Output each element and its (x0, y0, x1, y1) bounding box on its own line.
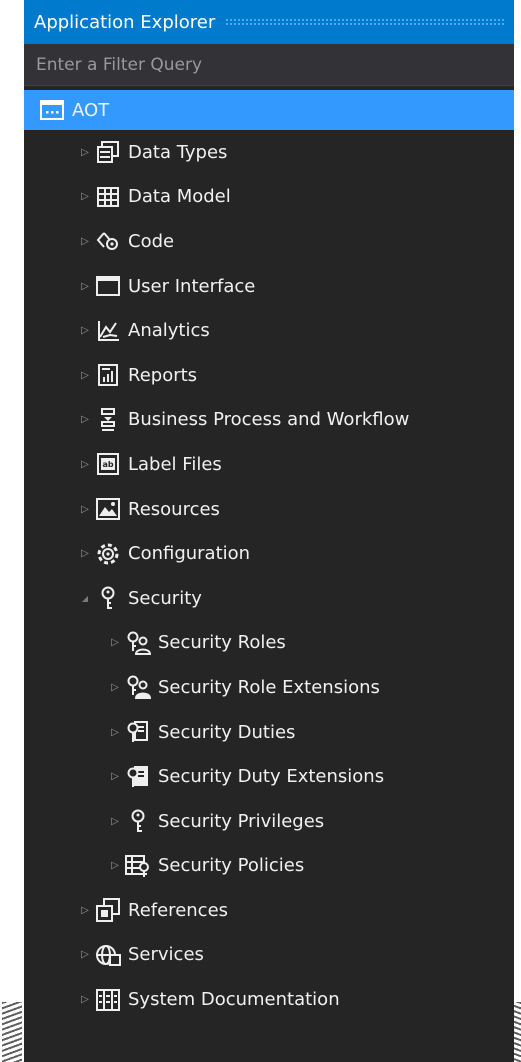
expand-arrow-icon[interactable]: ▷ (78, 414, 92, 425)
security-icon (94, 585, 122, 611)
security-role-extensions-icon (124, 674, 152, 700)
tree-item-label: Security Policies (158, 855, 305, 877)
security-duties-icon (124, 719, 152, 745)
data-model-icon (94, 184, 122, 210)
expand-arrow-icon[interactable]: ▷ (78, 191, 92, 202)
tree-item-system-documentation[interactable]: ▷ System Documentation (24, 977, 514, 1022)
tree-item-label: References (128, 899, 229, 921)
tree-item-data-types[interactable]: ▷ Data Types (24, 130, 514, 175)
svg-text:ab: ab (102, 460, 113, 469)
expand-arrow-icon[interactable]: ▷ (78, 994, 92, 1005)
tree-item-reports[interactable]: ▷ Reports (24, 353, 514, 398)
expand-arrow-icon[interactable]: ▷ (108, 727, 122, 738)
tree-item-label: Code (128, 230, 175, 252)
expand-arrow-icon[interactable]: ▷ (78, 905, 92, 916)
expand-arrow-icon[interactable]: ▷ (78, 281, 92, 292)
resources-icon (94, 496, 122, 522)
tree-root-aot[interactable]: AOT (24, 90, 514, 130)
tree-item-resources[interactable]: ▷ Resources (24, 487, 514, 532)
tree-item-label: Security Duties (158, 721, 296, 743)
tree-item-services[interactable]: ▷ Services (24, 933, 514, 978)
tree-item-label: Data Types (128, 141, 228, 163)
expand-arrow-icon[interactable]: ▷ (108, 682, 122, 693)
tree-item-references[interactable]: ▷ References (24, 888, 514, 933)
tree-root-label: AOT (72, 99, 110, 121)
code-icon (94, 228, 122, 254)
tree-item-security-role-extensions[interactable]: ▷ Security Role Extensions (24, 665, 514, 710)
expand-arrow-icon[interactable]: ▷ (78, 147, 92, 158)
panel-title-bar[interactable]: Application Explorer (24, 0, 514, 44)
security-roles-icon (124, 630, 152, 656)
security-privileges-icon (124, 808, 152, 834)
tree-item-user-interface[interactable]: ▷ User Interface (24, 264, 514, 309)
tree-item-data-model[interactable]: ▷ Data Model (24, 175, 514, 220)
expand-arrow-icon[interactable]: ▷ (108, 860, 122, 871)
tree-item-security-duty-extensions[interactable]: ▷ Security Duty Extensions (24, 754, 514, 799)
workflow-icon (94, 407, 122, 433)
tree-item-security-duties[interactable]: ▷ Security Duties (24, 710, 514, 755)
tree-item-label-files[interactable]: ▷ ab Label Files (24, 442, 514, 487)
tree-item-label: Resources (128, 498, 220, 520)
tree-item-label: Analytics (128, 320, 210, 342)
references-icon (94, 897, 122, 923)
tree-item-label: Services (128, 944, 204, 966)
filter-box[interactable] (24, 44, 514, 86)
expand-arrow-icon[interactable]: ▷ (78, 459, 92, 470)
tree-item-security-roles[interactable]: ▷ Security Roles (24, 621, 514, 666)
analytics-icon (94, 318, 122, 344)
configuration-icon (94, 541, 122, 567)
background-left-edge (0, 0, 22, 1062)
tree-item-code[interactable]: ▷ Code (24, 219, 514, 264)
panel-title: Application Explorer (34, 11, 216, 33)
expand-arrow-icon[interactable]: ▷ (78, 325, 92, 336)
services-icon (94, 942, 122, 968)
expand-arrow-icon[interactable]: ▷ (78, 236, 92, 247)
tree-item-label: Data Model (128, 186, 231, 208)
aot-icon (38, 97, 66, 123)
expand-arrow-icon[interactable]: ▷ (108, 637, 122, 648)
drag-grip[interactable] (225, 18, 506, 26)
expand-arrow-icon[interactable]: ▷ (78, 504, 92, 515)
tree-item-label: Label Files (128, 453, 222, 475)
security-policies-icon (124, 853, 152, 879)
tree-item-security-policies[interactable]: ▷ Security Policies (24, 844, 514, 889)
label-files-icon: ab (94, 451, 122, 477)
tree-item-security[interactable]: ◢ Security (24, 576, 514, 621)
tree-item-security-privileges[interactable]: ▷ Security Privileges (24, 799, 514, 844)
expand-arrow-icon[interactable]: ▷ (108, 816, 122, 827)
background-right-edge (513, 0, 521, 1062)
tree-item-label: Reports (128, 364, 198, 386)
reports-icon (94, 362, 122, 388)
security-duty-extensions-icon (124, 764, 152, 790)
data-types-icon (94, 139, 122, 165)
tree-item-label: Business Process and Workflow (128, 409, 410, 431)
expand-arrow-icon[interactable]: ▷ (108, 771, 122, 782)
expand-arrow-icon[interactable]: ▷ (78, 949, 92, 960)
aot-tree: AOT ▷ Data Types ▷ Data Model ▷ Code ▷ U… (24, 90, 514, 1022)
tree-item-label: Configuration (128, 543, 251, 565)
tree-item-label: Security Duty Extensions (158, 766, 385, 788)
tree-item-label: System Documentation (128, 989, 340, 1011)
tree-item-analytics[interactable]: ▷ Analytics (24, 308, 514, 353)
tree-item-label: User Interface (128, 275, 256, 297)
tree-item-label: Security Role Extensions (158, 676, 380, 698)
tree-item-label: Security (128, 587, 202, 609)
system-documentation-icon (94, 987, 122, 1013)
expand-arrow-icon[interactable]: ▷ (78, 548, 92, 559)
tree-item-label: Security Roles (158, 632, 286, 654)
application-explorer-panel: Application Explorer AOT ▷ Data Types ▷ … (24, 0, 514, 1062)
user-interface-icon (94, 273, 122, 299)
collapse-arrow-icon[interactable]: ◢ (78, 594, 92, 603)
filter-query-input[interactable] (34, 53, 514, 76)
expand-arrow-icon[interactable]: ▷ (78, 370, 92, 381)
tree-item-label: Security Privileges (158, 810, 325, 832)
tree-item-business-process-and-workflow[interactable]: ▷ Business Process and Workflow (24, 398, 514, 443)
tree-item-configuration[interactable]: ▷ Configuration (24, 531, 514, 576)
